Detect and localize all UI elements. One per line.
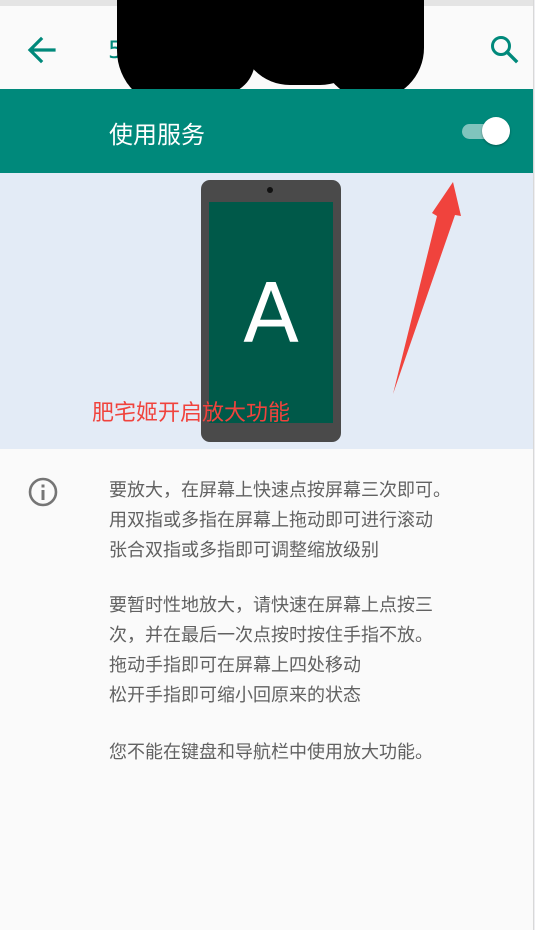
back-button[interactable] — [22, 30, 62, 70]
search-icon — [491, 36, 519, 64]
use-service-toggle-row[interactable]: 使用服务 — [0, 89, 533, 173]
use-service-label: 使用服务 — [109, 121, 205, 149]
screen: 5 使用服务 A 肥宅姬开启放大功能 要放大，在屏幕上快速点按屏幕三次即可。 用… — [0, 0, 534, 930]
annotation-text: 肥宅姬开启放大功能 — [92, 401, 291, 426]
phone-letter: A — [242, 267, 300, 362]
info-line: 拖动手指即可在屏幕上四处移动 — [109, 655, 361, 676]
info-paragraph-3: 您不能在键盘和导航栏中使用放大功能。 — [109, 738, 519, 768]
redaction-mark — [320, 0, 424, 100]
annotation-arrow-icon — [393, 182, 461, 394]
camera-dot — [267, 187, 273, 193]
info-line: 要暂时性地放大，请快速在屏幕上点按三 — [109, 595, 433, 616]
use-service-switch[interactable] — [460, 116, 512, 146]
info-line: 松开手指即可缩小回原来的状态 — [109, 685, 361, 706]
app-bar: 5 — [0, 0, 533, 108]
info-paragraph-2: 要暂时性地放大，请快速在屏幕上点按三 次，并在最后一次点按时按住手指不放。 拖动… — [109, 591, 519, 711]
info-paragraph-1: 要放大，在屏幕上快速点按屏幕三次即可。 用双指或多指在屏幕上拖动即可进行滚动 张… — [109, 476, 519, 566]
search-button[interactable] — [484, 30, 524, 70]
switch-thumb — [482, 117, 510, 145]
info-line: 要放大，在屏幕上快速点按屏幕三次即可。 — [109, 480, 451, 501]
phone-display: A — [209, 202, 333, 423]
arrow-left-icon — [27, 36, 56, 64]
info-line: 次，并在最后一次点按时按住手指不放。 — [109, 625, 433, 646]
info-line: 用双指或多指在屏幕上拖动即可进行滚动 — [109, 510, 433, 531]
info-line: 张合双指或多指即可调整缩放级别 — [109, 540, 379, 561]
info-line: 您不能在键盘和导航栏中使用放大功能。 — [109, 742, 433, 763]
info-icon — [27, 476, 59, 508]
